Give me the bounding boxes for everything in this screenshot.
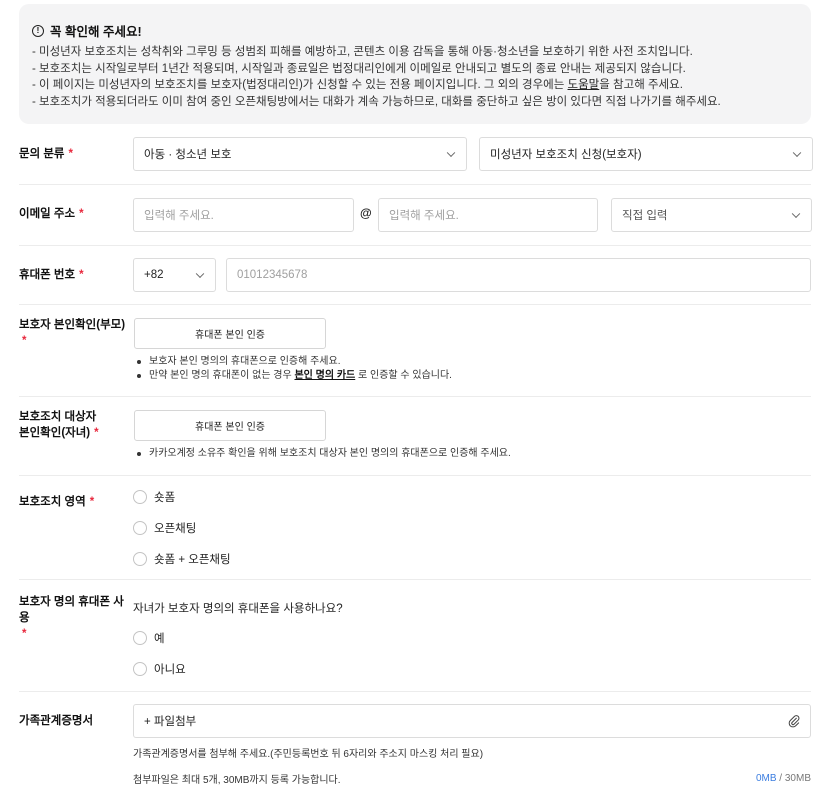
chevron-down-icon xyxy=(792,148,802,158)
guardian-phone-option-label: 아니요 xyxy=(154,664,186,676)
scope-option-label: 숏폼 + 오픈채팅 xyxy=(154,554,231,566)
phone-label-text: 휴대폰 번호 xyxy=(19,269,76,281)
required-mark: * xyxy=(22,628,27,640)
help-link[interactable]: 도움말 xyxy=(568,79,600,91)
attach-size-used: 0MB xyxy=(755,773,777,784)
required-mark: * xyxy=(79,208,84,220)
required-mark: * xyxy=(22,335,27,347)
card-auth-link[interactable]: 본인 명의 카드 xyxy=(294,370,355,381)
guardian-verify-label: 보호자 본인확인(부모) * xyxy=(19,317,129,349)
notice-line-3: - 이 페이지는 미성년자의 보호조치를 보호자(법정대리인)가 신청할 수 있… xyxy=(32,77,797,94)
guardian-verify-row: 보호자 본인확인(부모) * 휴대폰 본인 인증 보호자 본인 명의의 휴대폰으로… xyxy=(19,305,811,397)
notice-title: ! 꼭 확인해 주세요! xyxy=(32,21,797,40)
child-verify-notes: 카카오계정 소유주 확인을 위해 보호조치 대상자 본인 명의의 휴대폰으로 인… xyxy=(133,447,511,461)
guardian-verify-notes: 보호자 본인 명의의 휴대폰으로 인증해 주세요. 만약 본인 명의 휴대폰이 … xyxy=(133,355,452,383)
notice-title-text: 꼭 확인해 주세요! xyxy=(50,25,142,39)
child-verify-row: 보호조치 대상자본인확인(자녀) * 휴대폰 본인 인증 카카오계정 소유주 확인… xyxy=(19,397,811,476)
category-select-primary[interactable]: 아동 · 청소년 보호 xyxy=(133,137,467,171)
email-domain-select-value: 직접 입력 xyxy=(622,210,668,222)
info-icon: ! xyxy=(32,24,44,37)
category-label: 문의 분류 * xyxy=(19,146,73,162)
guardian-phone-auth-button[interactable]: 휴대폰 본인 인증 xyxy=(134,318,326,349)
guardian-verify-label-text: 보호자 본인확인(부모) xyxy=(19,319,126,331)
scope-row: 보호조치 영역 * 숏폼 오픈채팅 숏폼 + 오픈채팅 xyxy=(19,476,811,580)
country-code-select[interactable]: +82 xyxy=(133,258,216,292)
scope-option-label: 숏폼 xyxy=(154,492,176,504)
bullet2-post: 로 인증할 수 있습니다. xyxy=(355,370,452,381)
attach-limit-text: 첨부파일은 최대 5개, 30MB까지 등록 가능합니다. xyxy=(133,775,341,786)
file-attach-label: + 파일첨부 xyxy=(144,716,197,728)
email-local-input[interactable]: 입력해 주세요. xyxy=(133,198,354,232)
scope-option-shortform[interactable]: 숏폼 xyxy=(133,489,175,505)
child-verify-label: 보호조치 대상자본인확인(자녀) * xyxy=(19,409,99,441)
list-item: 보호자 본인 명의의 휴대폰으로 인증해 주세요. xyxy=(133,355,452,369)
notice-box: ! 꼭 확인해 주세요! - 미성년자 보호조치는 성착취와 그루밍 등 성범죄… xyxy=(19,4,811,124)
scope-option-label: 오픈채팅 xyxy=(154,523,197,535)
file-attach-input[interactable]: + 파일첨부 xyxy=(133,704,811,738)
email-domain-placeholder: 입력해 주세요. xyxy=(389,210,459,222)
family-cert-label: 가족관계증명서 xyxy=(19,715,94,727)
required-mark: * xyxy=(68,148,73,160)
child-phone-auth-button[interactable]: 휴대폰 본인 인증 xyxy=(134,410,326,441)
guardian-phone-option-label: 예 xyxy=(154,633,165,645)
category-row: 문의 분류 * 아동 · 청소년 보호 미성년자 보호조치 신청(보호자) xyxy=(19,124,813,185)
family-cert-row: 가족관계증명서 + 파일첨부 가족관계증명서를 첨부해 주세요.(주민등록번호 … xyxy=(19,692,811,797)
email-local-placeholder: 입력해 주세요. xyxy=(144,210,214,222)
category-select-secondary[interactable]: 미성년자 보호조치 신청(보호자) xyxy=(479,137,813,171)
email-label-text: 이메일 주소 xyxy=(19,208,76,220)
notice-line-4: - 보호조치가 적용되더라도 이미 참여 중인 오픈채팅방에서는 대화가 계속 … xyxy=(32,95,721,108)
notice-line-2: - 보호조치는 시작일로부터 1년간 적용되며, 시작일과 종료일은 법정대리인… xyxy=(32,62,686,75)
list-item: 만약 본인 명의 휴대폰이 없는 경우 본인 명의 카드 로 인증할 수 있습니… xyxy=(133,369,452,383)
category-label-text: 문의 분류 xyxy=(19,148,65,160)
category-select-secondary-value: 미성년자 보호조치 신청(보호자) xyxy=(490,149,642,161)
list-item: 카카오계정 소유주 확인을 위해 보호조치 대상자 본인 명의의 휴대폰으로 인… xyxy=(133,447,511,461)
chevron-down-icon xyxy=(446,148,456,158)
child-verify-label-line1: 보호조치 대상자 xyxy=(19,411,97,423)
scope-label: 보호조치 영역 * xyxy=(19,494,94,510)
phone-input[interactable]: 01012345678 xyxy=(226,258,811,292)
paperclip-icon[interactable] xyxy=(788,715,800,728)
country-code-value: +82 xyxy=(144,269,164,281)
family-cert-help: 가족관계증명서를 첨부해 주세요.(주민등록번호 뒤 6자리와 주소지 마스킹 … xyxy=(133,749,484,760)
child-verify-label-line2: 본인확인(자녀) xyxy=(19,427,91,439)
radio-circle[interactable] xyxy=(133,552,147,566)
phone-label: 휴대폰 번호 * xyxy=(19,267,84,283)
phone-placeholder: 01012345678 xyxy=(237,269,308,281)
scope-option-openchat[interactable]: 오픈채팅 xyxy=(133,520,196,536)
category-select-primary-value: 아동 · 청소년 보호 xyxy=(144,149,232,161)
radio-circle[interactable] xyxy=(133,521,147,535)
email-domain-select[interactable]: 직접 입력 xyxy=(611,198,812,232)
notice-line-1: - 미성년자 보호조치는 성착취와 그루밍 등 성범죄 피해를 예방하고, 콘텐… xyxy=(32,46,693,58)
email-label: 이메일 주소 * xyxy=(19,206,84,222)
radio-circle[interactable] xyxy=(133,631,147,645)
notice-line-3-pre: - 이 페이지는 미성년자의 보호조치를 보호자(법정대리인)가 신청할 수 있… xyxy=(32,79,568,91)
attach-size-total: / 30MB xyxy=(776,773,811,784)
notice-line-3-post: 을 참고해 주세요. xyxy=(599,79,683,91)
at-sign: @ xyxy=(360,206,372,220)
guardian-phone-row: 보호자 명의 휴대폰 사용 * 자녀가 보호자 명의의 휴대폰을 사용하나요? 예… xyxy=(19,580,811,692)
scope-option-both[interactable]: 숏폼 + 오픈채팅 xyxy=(133,551,231,567)
email-domain-input[interactable]: 입력해 주세요. xyxy=(378,198,598,232)
radio-circle[interactable] xyxy=(133,490,147,504)
guardian-phone-question: 자녀가 보호자 명의의 휴대폰을 사용하나요? xyxy=(133,603,343,615)
guardian-phone-option-yes[interactable]: 예 xyxy=(133,630,165,646)
email-row: 이메일 주소 * 입력해 주세요. @ 입력해 주세요. 직접 입력 xyxy=(19,185,812,246)
chevron-down-icon xyxy=(195,269,205,279)
attach-size-counter: 0MB / 30MB xyxy=(756,773,811,784)
bullet2-pre: 만약 본인 명의 휴대폰이 없는 경우 xyxy=(149,370,295,381)
required-mark: * xyxy=(89,496,95,508)
required-mark: * xyxy=(94,427,99,439)
phone-row: 휴대폰 번호 * +82 01012345678 xyxy=(19,246,811,305)
guardian-phone-label: 보호자 명의 휴대폰 사용 * xyxy=(19,594,131,642)
radio-circle[interactable] xyxy=(133,662,147,676)
scope-label-text: 보호조치 영역 xyxy=(19,496,86,508)
chevron-down-icon xyxy=(791,209,801,219)
required-mark: * xyxy=(79,269,84,281)
guardian-phone-label-text: 보호자 명의 휴대폰 사용 xyxy=(19,596,124,624)
guardian-phone-option-no[interactable]: 아니요 xyxy=(133,661,186,677)
